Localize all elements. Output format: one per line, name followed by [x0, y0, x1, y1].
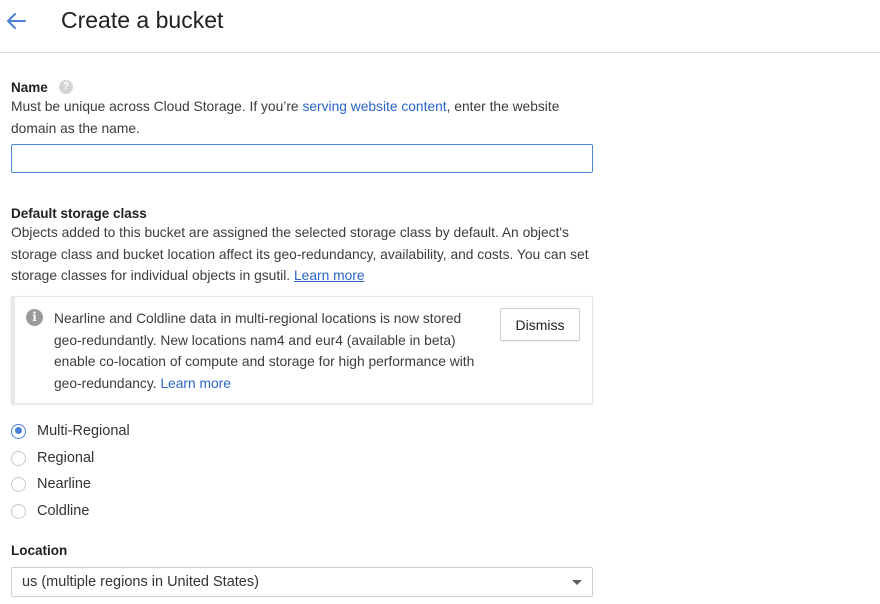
chevron-down-icon — [572, 580, 582, 585]
location-selected-value: us (multiple regions in United States) — [22, 574, 259, 590]
radio-regional[interactable]: Regional — [11, 448, 94, 468]
notice-message: Nearline and Coldline data in multi-regi… — [54, 311, 475, 391]
radio-label: Nearline — [37, 476, 91, 492]
radio-button[interactable] — [11, 423, 26, 439]
dismiss-button[interactable]: Dismiss — [500, 308, 580, 341]
location-label: Location — [11, 543, 68, 558]
learn-more-link[interactable]: Learn more — [294, 268, 365, 283]
radio-label: Regional — [37, 450, 95, 466]
back-button[interactable] — [3, 8, 29, 34]
info-icon: i — [26, 309, 43, 326]
name-description-text: Must be unique across Cloud Storage. If … — [11, 99, 303, 114]
radio-multi-regional[interactable]: Multi-Regional — [11, 421, 130, 441]
radio-label: Coldline — [37, 503, 90, 519]
page-title: Create a bucket — [61, 7, 224, 33]
radio-button[interactable] — [11, 503, 26, 519]
bucket-name-input[interactable] — [11, 144, 593, 173]
help-icon[interactable]: ? — [59, 80, 73, 94]
radio-button[interactable] — [11, 476, 26, 492]
arrow-back-icon — [7, 13, 26, 29]
geo-redundancy-notice: i Nearline and Coldline data in multi-re… — [11, 296, 593, 404]
storage-class-description: Objects added to this bucket are assigne… — [11, 222, 601, 287]
radio-label: Multi-Regional — [37, 423, 130, 439]
serving-website-content-link[interactable]: serving website content — [302, 99, 446, 114]
radio-button[interactable] — [11, 450, 26, 466]
page-header: Create a bucket — [0, 0, 880, 53]
name-description: Must be unique across Cloud Storage. If … — [11, 96, 601, 139]
radio-nearline[interactable]: Nearline — [11, 474, 91, 494]
storage-class-label: Default storage class — [11, 206, 147, 221]
radio-coldline[interactable]: Coldline — [11, 501, 89, 521]
name-label: Name — [11, 80, 48, 95]
location-select[interactable]: us (multiple regions in United States) — [11, 567, 593, 597]
notice-text: Nearline and Coldline data in multi-regi… — [54, 308, 484, 394]
notice-learn-more-link[interactable]: Learn more — [160, 376, 231, 391]
